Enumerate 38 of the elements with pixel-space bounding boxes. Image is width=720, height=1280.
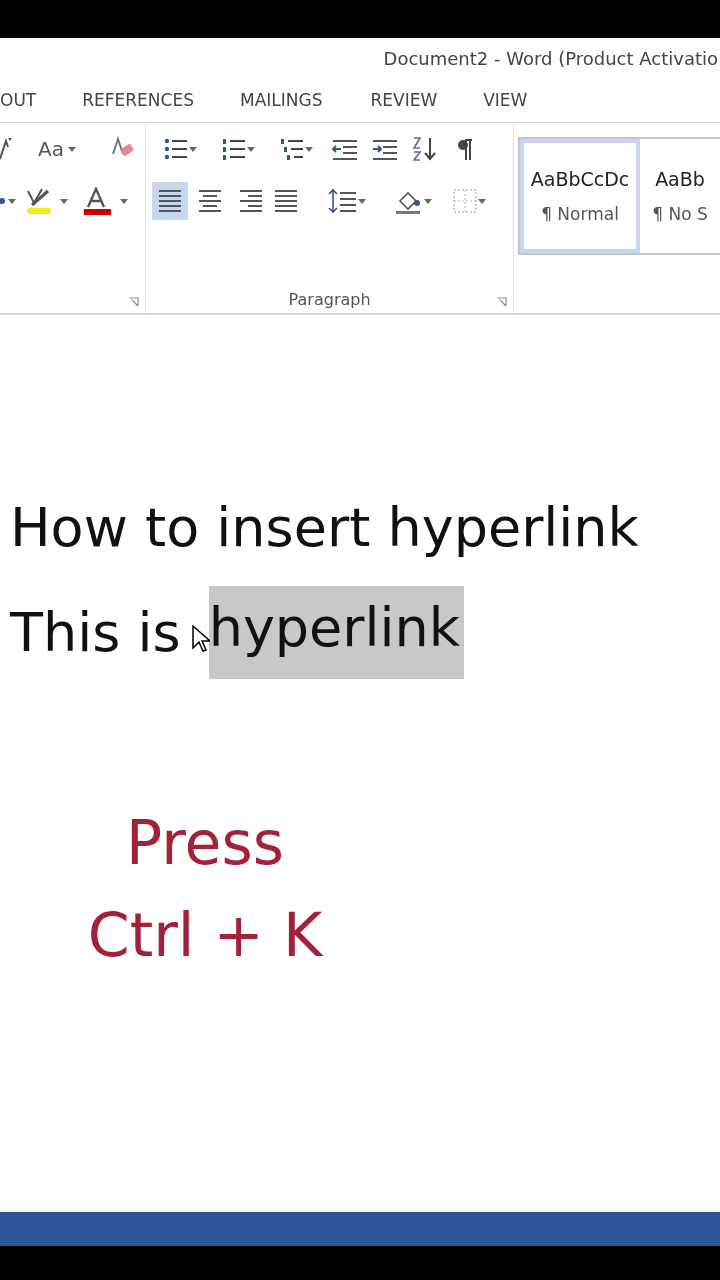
window-title: Document2 - Word (Product Activatio xyxy=(383,47,719,69)
decrease-indent-icon xyxy=(331,138,360,160)
caret-icon xyxy=(189,146,198,152)
ribbon-tab[interactable]: MAILINGS xyxy=(239,90,323,110)
pilcrow-icon xyxy=(457,138,474,160)
ribbon-tab[interactable]: REFERENCES xyxy=(82,90,194,110)
dialog-launcher-icon[interactable] xyxy=(497,297,507,307)
bullet-list-icon xyxy=(163,136,190,162)
caret-icon xyxy=(305,146,314,152)
borders-icon xyxy=(452,188,479,214)
sort-icon xyxy=(412,136,439,162)
increase-indent-icon xyxy=(371,138,400,160)
style-option[interactable]: AaBb ¶ No S xyxy=(640,139,720,253)
ribbon-tab[interactable]: OUT xyxy=(0,90,37,110)
change-case-button[interactable]: Aa xyxy=(38,137,76,161)
ribbon-tab[interactable]: VIEW xyxy=(483,90,528,110)
group-label: Paragraph xyxy=(288,290,371,309)
caret-icon xyxy=(424,198,433,204)
dialog-launcher-icon[interactable] xyxy=(129,297,140,307)
multilevel-list-icon xyxy=(279,136,306,162)
mouse-cursor-icon xyxy=(192,625,210,653)
document-heading: How to insert hyperlink xyxy=(10,494,640,561)
font-color-icon[interactable] xyxy=(84,187,130,215)
document-text: This is xyxy=(10,600,181,664)
caret-icon xyxy=(247,146,256,152)
line-spacing-icon xyxy=(328,188,359,214)
align-button[interactable] xyxy=(152,182,189,220)
caption-text: Ctrl + K xyxy=(87,899,323,972)
selected-text: hyperlink xyxy=(208,585,465,679)
caret-icon xyxy=(358,198,367,204)
numbered-list-icon xyxy=(221,136,248,162)
highlighter-icon[interactable] xyxy=(24,187,70,215)
caret-icon xyxy=(478,198,487,204)
style-option[interactable]: AaBbCcDc ¶ Normal xyxy=(520,139,640,253)
caret-icon xyxy=(67,146,76,152)
dropdown-icon[interactable] xyxy=(0,196,16,206)
caption-text: Press xyxy=(126,807,284,880)
ribbon-tab[interactable]: REVIEW xyxy=(370,90,438,110)
